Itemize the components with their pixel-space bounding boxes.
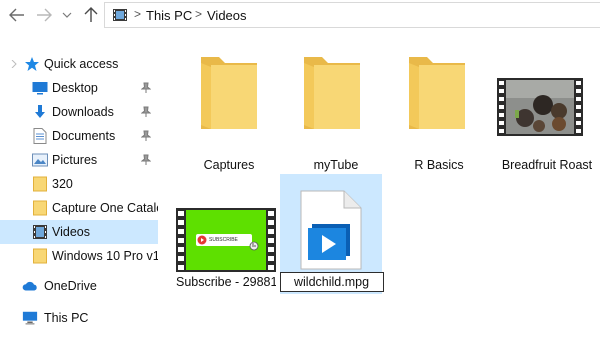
folder-icon xyxy=(300,53,364,136)
recent-locations-button[interactable] xyxy=(60,4,74,26)
video-item-breadfruit-roast[interactable]: Breadfruit Roast xyxy=(495,49,599,172)
video-item-subscribe[interactable]: SUBSCRIBE Subscribe - 29881 xyxy=(176,208,276,289)
folder-icon xyxy=(32,176,48,192)
video-thumbnail xyxy=(497,78,583,139)
subscribe-thumbnail-text: SUBSCRIBE xyxy=(209,237,238,243)
breadcrumb-this-pc[interactable]: This PC xyxy=(146,8,192,23)
desktop-icon xyxy=(32,80,48,96)
pictures-icon xyxy=(32,152,48,168)
file-list: Captures myTube R Basics Breadfruit Roas… xyxy=(158,31,600,339)
cloud-icon xyxy=(22,278,38,294)
up-button[interactable] xyxy=(80,4,102,26)
address-toolbar: > This PC > Videos xyxy=(0,0,600,31)
pin-icon[interactable] xyxy=(140,82,152,94)
sidebar-item-videos[interactable]: Videos xyxy=(0,220,158,244)
sidebar-item-this-pc[interactable]: This PC xyxy=(0,307,158,329)
sidebar-item-documents[interactable]: Documents xyxy=(0,125,158,147)
file-name: R Basics xyxy=(414,158,464,172)
arrow-right-icon xyxy=(37,8,52,22)
folder-item-captures[interactable]: Captures xyxy=(179,49,279,172)
forward-button[interactable] xyxy=(33,4,55,26)
sidebar-item-windows-10-pro[interactable]: Windows 10 Pro v1909 xyxy=(0,245,158,267)
video-thumbnail: SUBSCRIBE xyxy=(176,208,276,275)
computer-icon xyxy=(22,310,38,326)
sidebar-item-desktop[interactable]: Desktop xyxy=(0,77,158,99)
sidebar-item-capture-one-catalog[interactable]: Capture One Catalog xyxy=(0,197,158,219)
sidebar-item-label: Downloads xyxy=(52,105,114,119)
sidebar-item-quick-access[interactable]: Quick access xyxy=(0,53,158,75)
sidebar-item-downloads[interactable]: Downloads xyxy=(0,101,158,123)
arrow-up-icon xyxy=(84,7,98,22)
sidebar-item-320[interactable]: 320 xyxy=(0,173,158,195)
pin-icon[interactable] xyxy=(140,130,152,142)
pin-icon[interactable] xyxy=(140,106,152,118)
pin-icon[interactable] xyxy=(140,154,152,166)
folder-icon xyxy=(405,53,469,136)
sidebar-item-pictures[interactable]: Pictures xyxy=(0,149,158,171)
sidebar-item-label: Videos xyxy=(52,225,90,239)
folder-icon xyxy=(32,248,48,264)
file-name: Subscribe - 29881 xyxy=(176,275,276,289)
sidebar-item-onedrive[interactable]: OneDrive xyxy=(0,275,158,297)
folder-icon xyxy=(197,53,261,136)
breadcrumb-separator-icon[interactable]: > xyxy=(195,7,202,21)
sidebar-item-label: Windows 10 Pro v1909 xyxy=(52,249,158,263)
videos-location-icon xyxy=(112,7,128,23)
folder-item-mytube[interactable]: myTube xyxy=(286,49,386,172)
breadcrumb-videos[interactable]: Videos xyxy=(207,8,247,23)
cursor-hand-icon xyxy=(249,240,259,254)
sidebar-item-label: 320 xyxy=(52,177,73,191)
sidebar-item-label: Desktop xyxy=(52,81,98,95)
downloads-icon xyxy=(32,104,48,120)
address-bar[interactable]: > This PC > Videos xyxy=(104,2,600,28)
breadcrumb-separator-icon[interactable]: > xyxy=(134,7,141,21)
arrow-left-icon xyxy=(9,8,24,22)
sidebar-item-label: Quick access xyxy=(44,57,119,71)
sidebar-item-label: Pictures xyxy=(52,153,98,167)
file-name: Breadfruit Roast xyxy=(501,158,593,172)
folder-icon xyxy=(32,200,48,216)
sidebar-item-label: OneDrive xyxy=(44,279,97,293)
documents-icon xyxy=(32,128,48,144)
file-name: Captures xyxy=(203,158,255,172)
folder-item-r-basics[interactable]: R Basics xyxy=(389,49,489,172)
rename-input[interactable]: wildchild.mpg xyxy=(280,272,384,292)
media-file-icon xyxy=(300,190,362,273)
sidebar-item-label: This PC xyxy=(44,311,89,325)
navigation-pane: Quick access Desktop Downloads Documents xyxy=(0,44,158,339)
chevron-right-icon xyxy=(6,56,22,72)
chevron-down-icon xyxy=(62,12,72,18)
back-button[interactable] xyxy=(6,4,28,26)
sidebar-item-label: Capture One Catalog xyxy=(52,201,158,215)
videos-icon xyxy=(32,224,48,240)
star-icon xyxy=(24,56,40,72)
file-name: myTube xyxy=(313,158,359,172)
sidebar-item-label: Documents xyxy=(52,129,116,143)
